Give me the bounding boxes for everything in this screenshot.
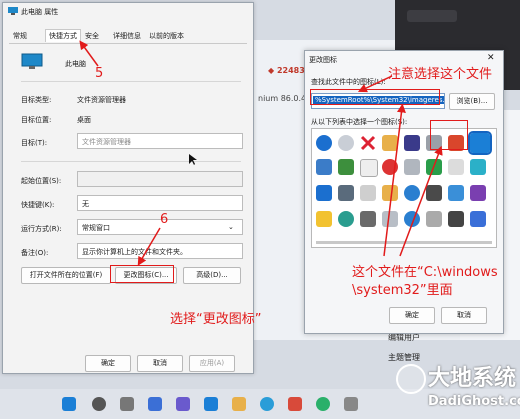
step-6-label: 6 bbox=[160, 212, 169, 227]
edge-icon[interactable] bbox=[260, 397, 274, 411]
chat-icon[interactable] bbox=[176, 397, 190, 411]
store-icon[interactable] bbox=[288, 397, 302, 411]
watermark-text: 大地系统 bbox=[428, 366, 517, 391]
task-view-icon[interactable] bbox=[120, 397, 134, 411]
this-pc-taskbar-icon[interactable] bbox=[204, 397, 218, 411]
file-explorer-icon[interactable] bbox=[232, 397, 246, 411]
note-change-icon: 选择“更改图标” bbox=[170, 312, 262, 327]
search-icon[interactable] bbox=[92, 397, 106, 411]
start-icon[interactable] bbox=[62, 397, 76, 411]
watermark-url: DadiGhost.com bbox=[428, 394, 520, 409]
note-file-location-1: 这个文件在“C:\windows bbox=[352, 265, 498, 280]
step-5-label: 5 bbox=[95, 66, 104, 81]
note-file-location-2: \system32”里面 bbox=[352, 283, 453, 298]
browser-icon[interactable] bbox=[316, 397, 330, 411]
app-icon[interactable] bbox=[344, 397, 358, 411]
watermark: 大地系统 DadiGhost.com bbox=[396, 358, 520, 419]
widgets-icon[interactable] bbox=[148, 397, 162, 411]
note-select-file: 注意选择这个文件 bbox=[388, 67, 493, 82]
watermark-logo-icon bbox=[396, 364, 426, 394]
